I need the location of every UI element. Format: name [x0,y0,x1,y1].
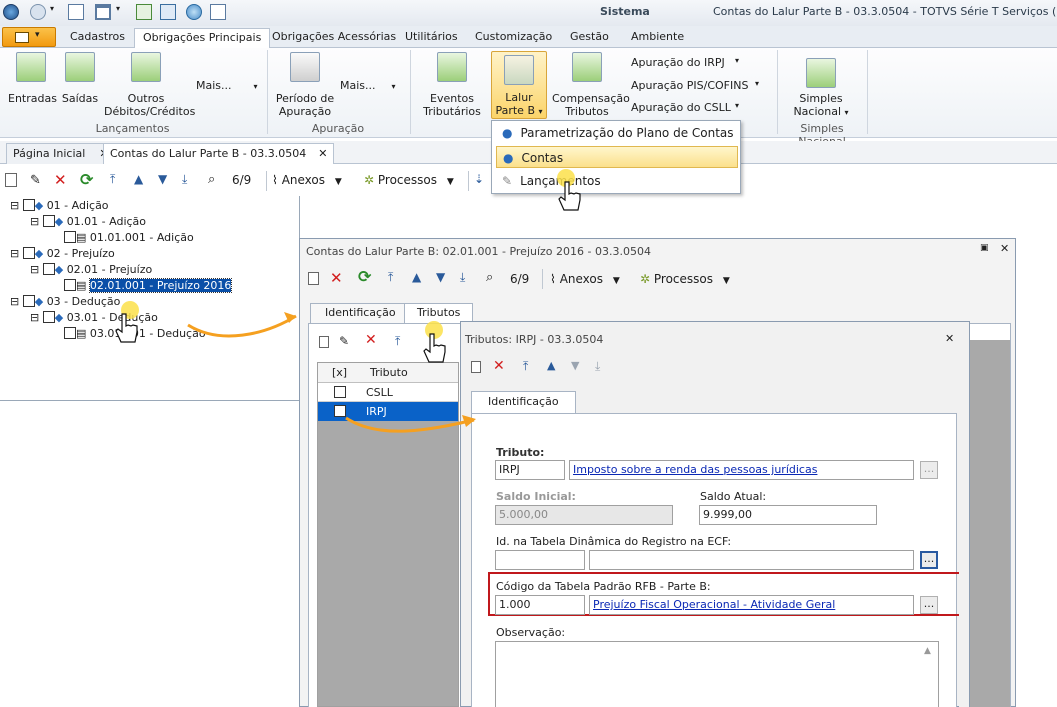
arrow-path [187,314,297,338]
annotation-overlay [115,169,581,433]
hand-cursor-icon [115,313,138,343]
arrow-path [345,416,475,433]
hand-cursor-icon [558,181,581,211]
hand-cursor-icon [423,333,446,363]
